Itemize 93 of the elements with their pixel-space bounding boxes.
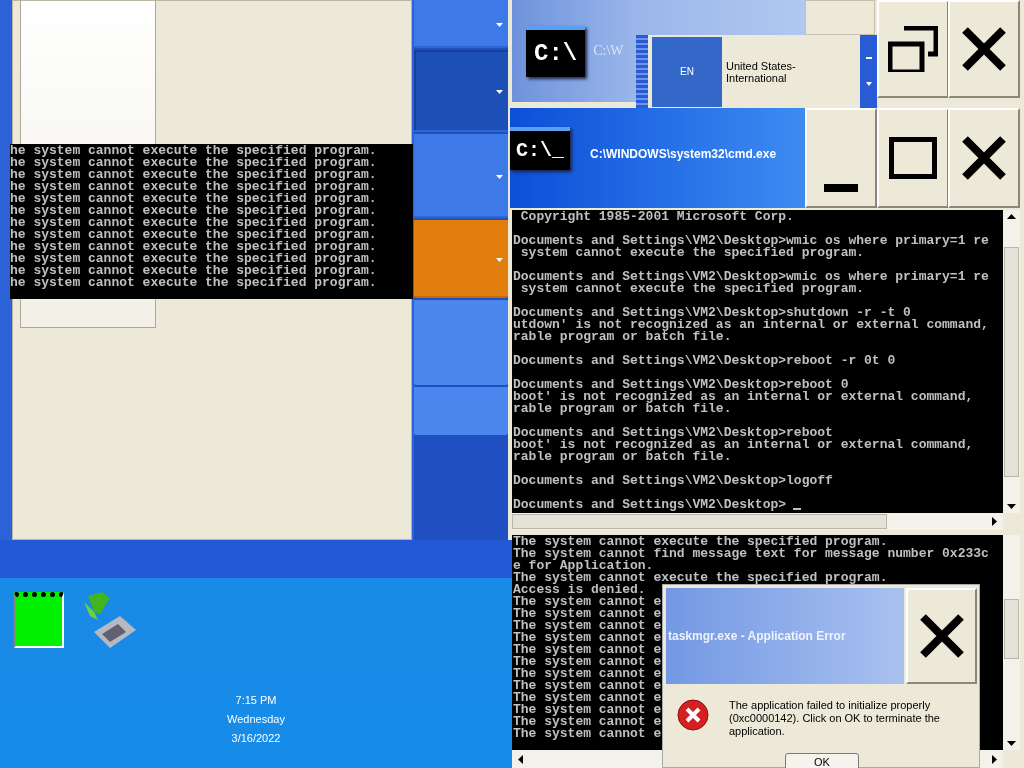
- console-line: The system cannot e: [513, 692, 662, 704]
- close-icon: [919, 614, 964, 658]
- console-line: Copyright 1985-2001 Microsoft Corp.: [519, 211, 794, 223]
- console-line: he system cannot execute the specified program.: [10, 253, 377, 265]
- console-line: The system cannot e: [513, 620, 662, 632]
- console-line: system cannot execute the specified program.: [519, 247, 865, 259]
- scroll-thumb[interactable]: [512, 514, 887, 529]
- console-line: Documents and Settings\VM2\Desktop>wmic os where primary=1 re: [513, 235, 989, 247]
- close-icon: [962, 136, 1006, 180]
- console-line: The system cannot find message text for message number 0x233c: [513, 548, 989, 560]
- close-button[interactable]: [948, 0, 1020, 98]
- console-line: Documents and Settings\VM2\Desktop>reboot -r 0t 0: [513, 355, 896, 367]
- keyboard-layout[interactable]: United States-International: [726, 59, 856, 84]
- minimize-icon: [824, 184, 858, 192]
- console-line: he system cannot execute the specified program.: [10, 145, 377, 157]
- window-title: C:\W: [593, 43, 624, 59]
- scroll-up-icon[interactable]: [1007, 214, 1016, 219]
- side-button[interactable]: [414, 50, 508, 132]
- restore-icon: [888, 26, 938, 72]
- console-line: The system cannot e: [513, 716, 662, 728]
- console-line: rable program or batch file.: [513, 331, 732, 343]
- console-line: The system cannot e: [513, 704, 662, 716]
- console-line: Documents and Settings\VM2\Desktop>logoff: [513, 475, 833, 487]
- error-icon: [677, 699, 709, 731]
- scroll-left-icon[interactable]: [518, 754, 523, 764]
- console-line: he system cannot execute the specified program.: [10, 229, 377, 241]
- console-line: The system cannot e: [513, 680, 662, 692]
- minimize-button[interactable]: [805, 108, 877, 208]
- clock-time: 7:15 PM: [235, 693, 277, 707]
- console-line: he system cannot execute the specified program.: [10, 193, 377, 205]
- console-line: he system cannot execute the specified program.: [10, 205, 377, 217]
- console-line: he system cannot execute the specified program.: [10, 217, 377, 229]
- console-line: he system cannot execute the specified program.: [10, 265, 377, 277]
- console-line: The system cannot e: [513, 632, 662, 644]
- close-button[interactable]: [948, 108, 1020, 208]
- console-icon: C:\_: [510, 126, 570, 170]
- scroll-right-icon[interactable]: [992, 754, 997, 764]
- monitor-icon[interactable]: [14, 592, 64, 648]
- console-line: The system cannot e: [513, 668, 662, 680]
- vertical-scrollbar[interactable]: [1003, 535, 1020, 750]
- caret-icon: [496, 258, 503, 262]
- dialog-title: taskmgr.exe - Application Error: [668, 629, 846, 643]
- scroll-down-icon[interactable]: [1007, 741, 1016, 746]
- console-line: he system cannot execute the specified program.: [10, 169, 377, 181]
- maximize-icon: [889, 137, 937, 179]
- console-line: Access is denied.: [513, 584, 646, 596]
- caret-icon: [496, 175, 503, 179]
- console-line: boot' is not recognized as an internal or external command,: [513, 391, 974, 403]
- window-title: C:\WINDOWS\system32\cmd.exe: [590, 147, 777, 161]
- console-line: he system cannot execute the specified program.: [10, 277, 377, 289]
- language-code[interactable]: EN: [652, 36, 722, 107]
- close-button[interactable]: [906, 588, 977, 684]
- close-icon: [962, 27, 1006, 71]
- text-cursor: [793, 508, 801, 510]
- console-line: Documents and Settings\VM2\Desktop>reboot 0: [513, 379, 849, 391]
- console-icon: C:\: [526, 25, 586, 77]
- grip-handle[interactable]: [636, 35, 648, 108]
- clock-day: Wednesday: [227, 712, 285, 726]
- console-line: he system cannot execute the specified program.: [10, 157, 377, 169]
- console-line: e for Application.: [513, 560, 654, 572]
- console-line: The system cannot execute the specified program.: [513, 572, 888, 584]
- console-line: system cannot execute the specified program.: [519, 283, 865, 295]
- console-line: The system cannot e: [513, 644, 662, 656]
- console-line: Documents and Settings\VM2\Desktop>shutdown -r -t 0: [513, 307, 911, 319]
- console-line: Documents and Settings\VM2\Desktop>wmic os where primary=1 re: [513, 271, 989, 283]
- clock-date: 3/16/2022: [231, 731, 281, 745]
- ok-button[interactable]: OK: [785, 753, 859, 768]
- console-line: The system cannot e: [513, 596, 662, 608]
- scroll-down-icon[interactable]: [1007, 504, 1016, 509]
- console-line: The system cannot e: [513, 656, 662, 668]
- console-line: rable program or batch file.: [513, 451, 732, 463]
- maximize-button[interactable]: [877, 108, 949, 208]
- vertical-scrollbar[interactable]: [1003, 210, 1020, 513]
- caret-icon[interactable]: [865, 81, 872, 86]
- scroll-thumb[interactable]: [1004, 246, 1019, 477]
- console-line: he system cannot execute the specified program.: [10, 181, 377, 193]
- scroll-right-icon[interactable]: [992, 517, 997, 526]
- console-line: Documents and Settings\VM2\Desktop>: [513, 499, 787, 511]
- scroll-thumb[interactable]: [1004, 599, 1019, 659]
- error-message: The application failed to initialize properly (0xc0000142). Click on OK to terminate the application.: [729, 699, 941, 738]
- console-line: boot' is not recognized as an internal or external command,: [513, 439, 974, 451]
- console-line: he system cannot execute the specified program.: [10, 241, 377, 253]
- horizontal-scrollbar[interactable]: [512, 513, 1003, 530]
- console-line: rable program or batch file.: [513, 403, 732, 415]
- console-line: The system cannot execute the specified program.: [513, 536, 888, 548]
- console-line: The system cannot e: [513, 608, 662, 620]
- minimize-icon[interactable]: [865, 57, 872, 60]
- console-line: utdown' is not recognized as an internal or external command,: [513, 319, 989, 331]
- restore-button[interactable]: [877, 0, 949, 98]
- caret-icon: [496, 23, 503, 27]
- console-line: The system cannot e: [513, 728, 662, 740]
- console-line: Documents and Settings\VM2\Desktop>reboot: [513, 427, 833, 439]
- caret-icon: [496, 90, 503, 94]
